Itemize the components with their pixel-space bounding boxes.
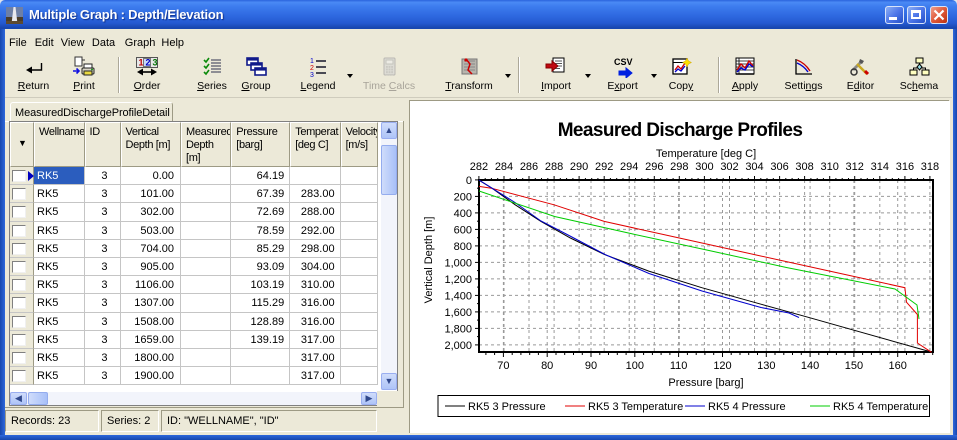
svg-text:120: 120 bbox=[713, 360, 731, 372]
svg-text:318: 318 bbox=[921, 161, 939, 173]
svg-text:Pressure [barg]: Pressure [barg] bbox=[668, 377, 743, 389]
svg-text:288: 288 bbox=[545, 161, 563, 173]
svg-text:70: 70 bbox=[497, 360, 509, 372]
svg-text:304: 304 bbox=[745, 161, 763, 173]
svg-text:292: 292 bbox=[595, 161, 613, 173]
svg-text:1,200: 1,200 bbox=[444, 274, 472, 286]
svg-text:800: 800 bbox=[454, 241, 472, 253]
svg-text:302: 302 bbox=[720, 161, 738, 173]
svg-text:2: 2 bbox=[146, 58, 151, 68]
svg-text:150: 150 bbox=[845, 360, 863, 372]
svg-text:1,600: 1,600 bbox=[444, 307, 472, 319]
svg-text:RK5 3 Pressure: RK5 3 Pressure bbox=[468, 401, 546, 413]
svg-text:Vertical Depth [m]: Vertical Depth [m] bbox=[423, 217, 435, 304]
svg-text:80: 80 bbox=[541, 360, 553, 372]
svg-text:2,000: 2,000 bbox=[444, 340, 472, 352]
svg-text:298: 298 bbox=[670, 161, 688, 173]
svg-text:200: 200 bbox=[454, 191, 472, 203]
svg-text:1: 1 bbox=[139, 58, 144, 68]
svg-text:CSV: CSV bbox=[614, 57, 633, 67]
svg-text:310: 310 bbox=[821, 161, 839, 173]
svg-text:Temperature [deg C]: Temperature [deg C] bbox=[656, 148, 756, 160]
svg-text:3: 3 bbox=[153, 58, 158, 68]
svg-text:282: 282 bbox=[470, 161, 488, 173]
svg-text:1,800: 1,800 bbox=[444, 323, 472, 335]
svg-text:300: 300 bbox=[695, 161, 713, 173]
svg-text:2: 2 bbox=[310, 65, 314, 72]
svg-text:296: 296 bbox=[645, 161, 663, 173]
svg-text:306: 306 bbox=[770, 161, 788, 173]
svg-text:1,400: 1,400 bbox=[444, 290, 472, 302]
svg-text:314: 314 bbox=[871, 161, 889, 173]
svg-text:1: 1 bbox=[310, 58, 314, 65]
svg-text:110: 110 bbox=[670, 360, 688, 372]
svg-text:RK5 4 Pressure: RK5 4 Pressure bbox=[708, 401, 786, 413]
svg-text:308: 308 bbox=[795, 161, 813, 173]
svg-text:RK5 4 Temperature: RK5 4 Temperature bbox=[833, 401, 928, 413]
svg-text:90: 90 bbox=[585, 360, 597, 372]
svg-text:100: 100 bbox=[626, 360, 644, 372]
svg-text:286: 286 bbox=[520, 161, 538, 173]
svg-text:316: 316 bbox=[896, 161, 914, 173]
svg-text:3: 3 bbox=[310, 72, 314, 78]
svg-text:1,000: 1,000 bbox=[444, 257, 472, 269]
svg-text:0: 0 bbox=[466, 175, 472, 187]
svg-text:Measured Discharge Profiles: Measured Discharge Profiles bbox=[558, 120, 803, 141]
svg-text:294: 294 bbox=[620, 161, 638, 173]
svg-text:140: 140 bbox=[801, 360, 819, 372]
svg-text:130: 130 bbox=[757, 360, 775, 372]
svg-text:284: 284 bbox=[495, 161, 513, 173]
svg-text:RK5 3 Temperature: RK5 3 Temperature bbox=[588, 401, 683, 413]
svg-text:312: 312 bbox=[846, 161, 864, 173]
svg-text:400: 400 bbox=[454, 208, 472, 220]
svg-text:160: 160 bbox=[889, 360, 907, 372]
svg-text:290: 290 bbox=[570, 161, 588, 173]
svg-text:600: 600 bbox=[454, 224, 472, 236]
